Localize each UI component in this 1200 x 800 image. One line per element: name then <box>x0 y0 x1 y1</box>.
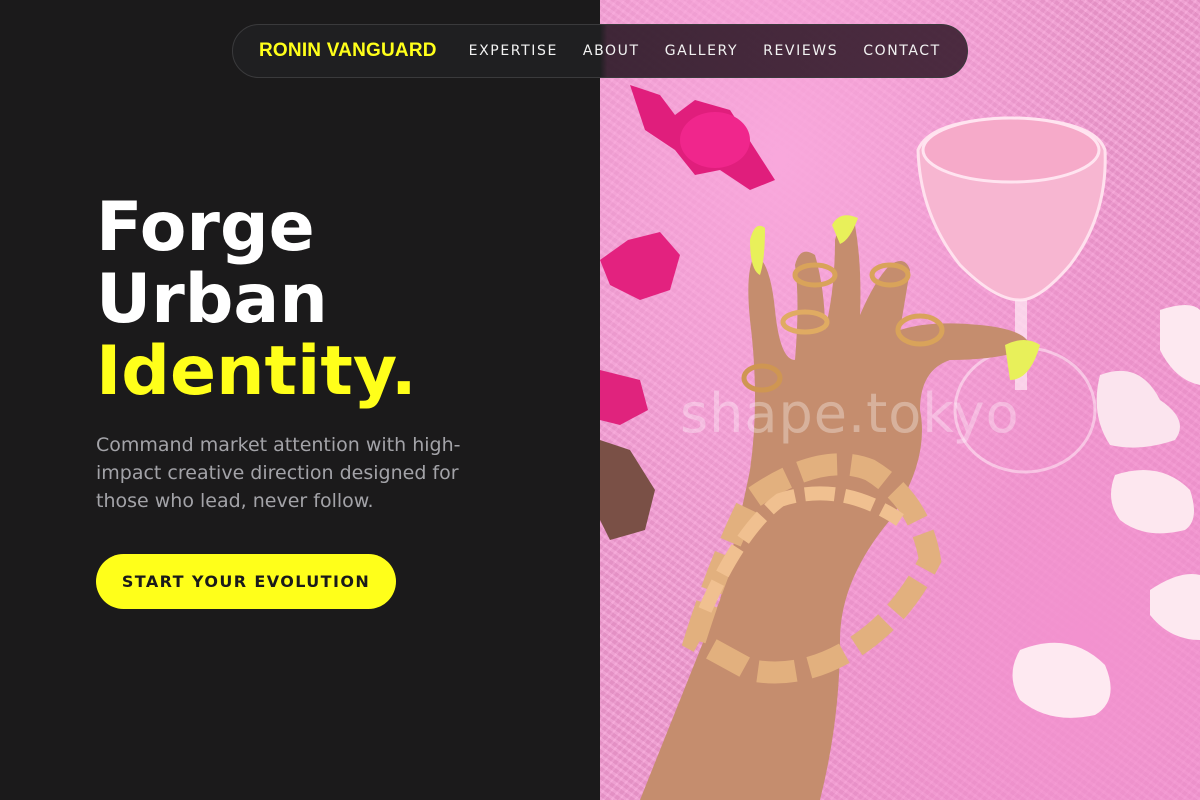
start-evolution-button[interactable]: START YOUR EVOLUTION <box>96 554 396 609</box>
rose-petal-icon <box>1012 305 1200 718</box>
candy-icon <box>600 85 775 540</box>
hero-subtitle: Command market attention with high-impac… <box>96 434 461 512</box>
hero-title: Forge Urban Identity. <box>96 192 417 408</box>
hero-title-line-2: Urban <box>96 260 328 339</box>
nav-links: EXPERTISE ABOUT GALLERY REVIEWS CONTACT <box>469 43 941 59</box>
nav-link-about[interactable]: ABOUT <box>583 43 640 59</box>
hand-with-gold-jewelry-icon <box>640 215 1040 800</box>
brand-logo[interactable]: RONIN VANGUARD <box>259 40 437 62</box>
nav-link-reviews[interactable]: REVIEWS <box>763 43 838 59</box>
nav-link-contact[interactable]: CONTACT <box>863 43 941 59</box>
nav-link-gallery[interactable]: GALLERY <box>665 43 738 59</box>
nav-link-expertise[interactable]: EXPERTISE <box>469 43 558 59</box>
hero-image: shape.tokyo <box>600 0 1200 800</box>
hero-title-line-1: Forge <box>96 188 315 267</box>
top-navigation: RONIN VANGUARD EXPERTISE ABOUT GALLERY R… <box>232 24 968 78</box>
hero-title-accent: Identity. <box>96 332 417 411</box>
watermark-text: shape.tokyo <box>680 382 1020 445</box>
